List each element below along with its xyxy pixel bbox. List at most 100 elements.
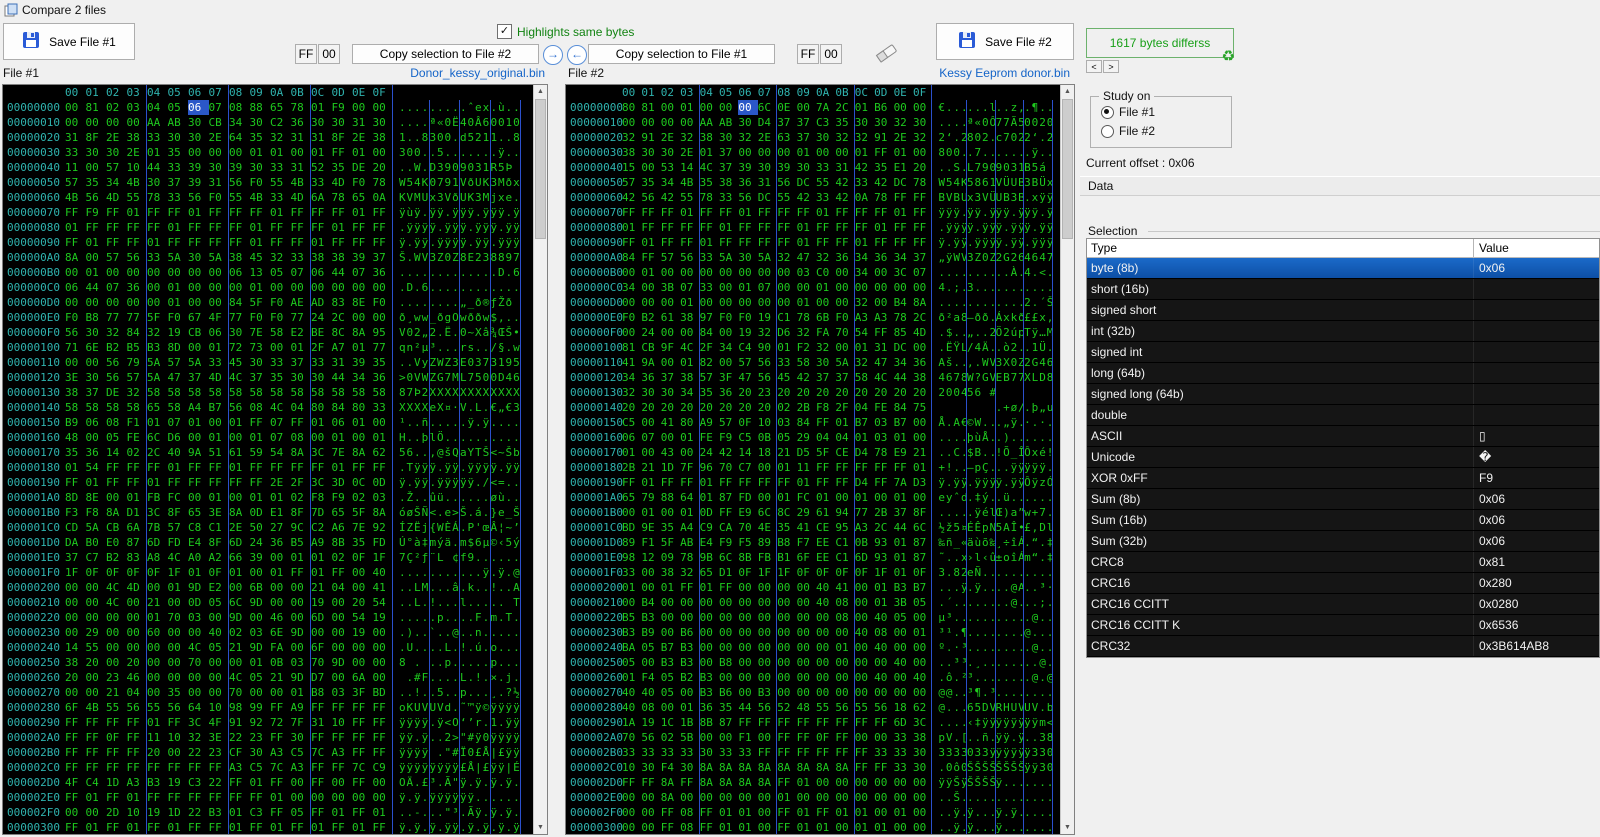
hex-byte[interactable]: 40 (168, 445, 189, 460)
hex-byte[interactable]: 05 (209, 640, 230, 655)
hex-byte[interactable]: 33 (641, 745, 660, 760)
hex-byte[interactable]: 01 (168, 280, 189, 295)
hex-byte[interactable]: 42 (622, 190, 641, 205)
ascii-text[interactable]: €... (938, 100, 967, 115)
hex-byte[interactable]: 33 (622, 565, 641, 580)
ascii-text[interactable]: ±oîÁ (996, 550, 1025, 565)
hex-byte[interactable]: 42 (835, 175, 854, 190)
ascii-text[interactable]: W54K (938, 175, 967, 190)
hex-byte[interactable]: 6D (855, 550, 874, 565)
hex-byte[interactable]: 00 (250, 685, 271, 700)
hex-byte[interactable]: 55 (855, 700, 874, 715)
hex-byte[interactable]: 55 (147, 700, 168, 715)
hex-byte[interactable]: 00 (777, 625, 796, 640)
hex-byte[interactable]: 00 (147, 655, 168, 670)
hex-byte[interactable]: 9D (291, 625, 312, 640)
hex-byte[interactable]: 33 (147, 130, 168, 145)
ascii-text[interactable]: ÿ... (996, 820, 1025, 834)
hex-byte[interactable]: F0 (65, 310, 86, 325)
hex-byte[interactable]: 32 (738, 130, 757, 145)
ascii-text[interactable]: .... (1024, 685, 1053, 700)
ascii-text[interactable]: ÿÿ.ÿ (996, 205, 1025, 220)
hex-byte[interactable]: 6F (797, 550, 816, 565)
hex-byte[interactable]: 00 (855, 670, 874, 685)
ascii-text[interactable]: 3... (967, 280, 996, 295)
hex-byte[interactable]: 18 (758, 445, 777, 460)
hex-byte[interactable]: FF (270, 220, 291, 235)
selection-row[interactable]: Sum (16b)0x06 (1087, 510, 1599, 531)
hex-byte[interactable]: 00 (106, 490, 127, 505)
fill-ff-button-right[interactable]: FF (797, 44, 819, 64)
hex-byte[interactable]: 6C (719, 550, 738, 565)
hex-byte[interactable]: FF (352, 235, 373, 250)
hex-byte[interactable]: F0 (738, 310, 757, 325)
hex-byte[interactable]: 91 (874, 130, 893, 145)
hex-byte[interactable]: 20 (65, 670, 86, 685)
hex-byte[interactable]: 00 (738, 145, 757, 160)
hex-byte[interactable]: FF (311, 805, 332, 820)
hex-byte[interactable]: 56 (86, 190, 107, 205)
hex-byte[interactable]: 33 (700, 250, 719, 265)
hex-byte[interactable]: 37 (797, 115, 816, 130)
hex-byte[interactable]: D7 (311, 670, 332, 685)
ascii-text[interactable]: x3Vð (430, 190, 461, 205)
hex-byte[interactable]: CB (641, 340, 660, 355)
hex-byte[interactable]: 00 (332, 670, 353, 685)
ascii-text[interactable]: ÿ.ÿÿ (1024, 220, 1053, 235)
hex-byte[interactable]: 01 (332, 805, 353, 820)
hex-byte[interactable]: 00 (894, 670, 913, 685)
hex-byte[interactable]: 36 (373, 370, 394, 385)
ascii-text[interactable]: ÿÿÿÿ (399, 745, 430, 760)
hex-byte[interactable]: 00 (719, 100, 738, 115)
hex-byte[interactable]: 32 (855, 295, 874, 310)
ascii-text[interactable]: ÿ.ÿ. (460, 775, 491, 790)
hex-byte[interactable]: 38 (127, 130, 148, 145)
hex-byte[interactable]: FF (777, 730, 796, 745)
hex-byte[interactable]: 40 (913, 670, 932, 685)
hex-byte[interactable]: 00 (147, 295, 168, 310)
ascii-text[interactable]: ..ÿ. (938, 820, 967, 834)
hex-byte[interactable]: 99 (250, 700, 271, 715)
hex-byte[interactable]: 70 (311, 655, 332, 670)
hex-byte[interactable]: 00 (797, 610, 816, 625)
ascii-text[interactable]: ..C. (938, 445, 967, 460)
hex-byte[interactable]: 01 (311, 235, 332, 250)
hex-byte[interactable]: 01 (913, 625, 932, 640)
ascii-text[interactable]: +!.. (938, 460, 967, 475)
hex-byte[interactable]: 5F (250, 295, 271, 310)
hex-byte[interactable]: F0 (270, 310, 291, 325)
ascii-text[interactable]: ‚.WV (967, 355, 996, 370)
hex-byte[interactable]: FF (738, 235, 757, 250)
hex-byte[interactable]: 00 (835, 295, 854, 310)
hex-byte[interactable]: 03 (291, 655, 312, 670)
hex-byte[interactable]: 30 (641, 385, 660, 400)
hex-byte[interactable]: 82 (700, 355, 719, 370)
hex-byte[interactable]: 31 (291, 130, 312, 145)
ascii-text[interactable]: ..ÿ. (938, 805, 967, 820)
hex-byte[interactable]: B3 (680, 640, 699, 655)
ascii-text[interactable]: ª«0Ô (967, 115, 996, 130)
hex-byte[interactable]: 0F (816, 730, 835, 745)
hex-byte[interactable]: FF (874, 205, 893, 220)
hex-byte[interactable]: FF (106, 745, 127, 760)
hex-byte[interactable]: FF (332, 235, 353, 250)
hex-byte[interactable]: 75 (913, 400, 932, 415)
hex-byte[interactable]: B3 (758, 685, 777, 700)
ascii-text[interactable]: .... (430, 265, 461, 280)
hex-byte[interactable]: 20 (680, 400, 699, 415)
hex-byte[interactable]: 32 (816, 250, 835, 265)
hex-byte[interactable]: 01 (894, 535, 913, 550)
hex-byte[interactable]: 0A (855, 190, 874, 205)
hex-byte[interactable]: 00 (855, 790, 874, 805)
hex-byte[interactable]: FF (229, 235, 250, 250)
hex-byte[interactable]: 00 (352, 790, 373, 805)
hex-byte[interactable]: 00 (352, 580, 373, 595)
ascii-text[interactable]: .... (938, 715, 967, 730)
hex-byte[interactable]: 07 (913, 265, 932, 280)
hex-byte[interactable]: 00 (719, 280, 738, 295)
hex-byte[interactable]: 8A (835, 760, 854, 775)
hex-byte[interactable]: 01 (622, 445, 641, 460)
hex-byte[interactable]: 84 (127, 325, 148, 340)
hex-byte[interactable]: 56 (758, 700, 777, 715)
hex-byte[interactable]: 7B (147, 520, 168, 535)
